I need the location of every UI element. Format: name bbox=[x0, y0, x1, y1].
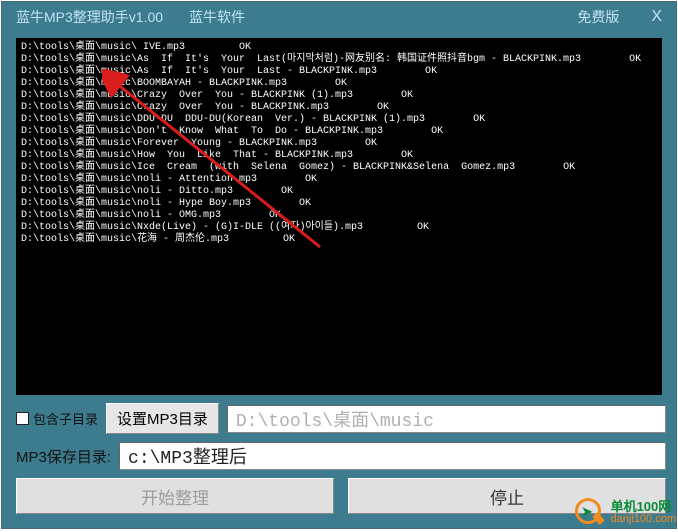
start-button[interactable]: 开始整理 bbox=[16, 478, 334, 514]
log-line: D:\tools\桌面\music\BOOMBAYAH - BLACKPINK.… bbox=[21, 78, 657, 90]
log-line: D:\tools\桌面\music\Ice Cream (with Selena… bbox=[21, 162, 657, 174]
save-dir-row: MP3保存目录: c:\MP3整理后 bbox=[16, 442, 666, 470]
log-line: D:\tools\桌面\music\noli - Ditto.mp3 OK bbox=[21, 186, 657, 198]
log-line: D:\tools\桌面\music\花海 - 周杰伦.mp3 OK bbox=[21, 234, 657, 246]
set-mp3-dir-button[interactable]: 设置MP3目录 bbox=[106, 403, 219, 434]
directory-row: 包含子目录 设置MP3目录 D:\tools\桌面\music bbox=[16, 403, 666, 434]
brand-label: 蓝牛软件 bbox=[189, 7, 245, 27]
log-line: D:\tools\桌面\music\noli - Hype Boy.mp3 OK bbox=[21, 198, 657, 210]
watermark-logo-icon: ➤ bbox=[575, 496, 609, 530]
watermark-en: danji100.com bbox=[611, 513, 676, 525]
checkbox-icon[interactable] bbox=[16, 412, 29, 425]
save-dir-input[interactable]: c:\MP3整理后 bbox=[119, 442, 666, 470]
save-dir-label: MP3保存目录: bbox=[16, 446, 111, 467]
log-line: D:\tools\桌面\music\How You Like That - BL… bbox=[21, 150, 657, 162]
log-line: D:\tools\桌面\music\Crazy Over You - BLACK… bbox=[21, 102, 657, 114]
mp3-dir-value: D:\tools\桌面\music bbox=[236, 406, 434, 432]
titlebar: 蓝牛MP3整理助手v1.00 蓝牛软件 免费版 X bbox=[2, 2, 676, 32]
log-console: D:\tools\桌面\music\ IVE.mp3 OKD:\tools\桌面… bbox=[16, 38, 662, 395]
action-row: 开始整理 停止 bbox=[16, 478, 666, 514]
log-line: D:\tools\桌面\music\noli - Attention.mp3 O… bbox=[21, 174, 657, 186]
free-badge: 免费版 bbox=[577, 7, 619, 27]
watermark-cn: 单机100网 bbox=[611, 501, 676, 513]
log-line: D:\tools\桌面\music\Don't Know What To Do … bbox=[21, 126, 657, 138]
log-line: D:\tools\桌面\music\ IVE.mp3 OK bbox=[21, 42, 657, 54]
log-line: D:\tools\桌面\music\Crazy Over You - BLACK… bbox=[21, 90, 657, 102]
log-line: D:\tools\桌面\music\DDU-DU DDU-DU(Korean V… bbox=[21, 114, 657, 126]
include-subdir-checkbox[interactable]: 包含子目录 bbox=[16, 409, 98, 428]
app-window: 蓝牛MP3整理助手v1.00 蓝牛软件 免费版 X D:\tools\桌面\mu… bbox=[1, 1, 677, 529]
checkbox-label: 包含子目录 bbox=[33, 409, 98, 428]
log-line: D:\tools\桌面\music\noli - OMG.mp3 OK bbox=[21, 210, 657, 222]
log-line: D:\tools\桌面\music\Nxde(Live) - (G)I-DLE … bbox=[21, 222, 657, 234]
log-line: D:\tools\桌面\music\As If It's Your Last -… bbox=[21, 66, 657, 78]
log-line: D:\tools\桌面\music\Forever Young - BLACKP… bbox=[21, 138, 657, 150]
close-icon[interactable]: X bbox=[647, 8, 666, 26]
save-dir-value: c:\MP3整理后 bbox=[128, 443, 247, 469]
mp3-dir-input[interactable]: D:\tools\桌面\music bbox=[227, 405, 666, 433]
log-line: D:\tools\桌面\music\As If It's Your Last(마… bbox=[21, 54, 657, 66]
app-title: 蓝牛MP3整理助手v1.00 bbox=[16, 7, 163, 27]
watermark: ➤ 单机100网 danji100.com bbox=[575, 496, 676, 530]
